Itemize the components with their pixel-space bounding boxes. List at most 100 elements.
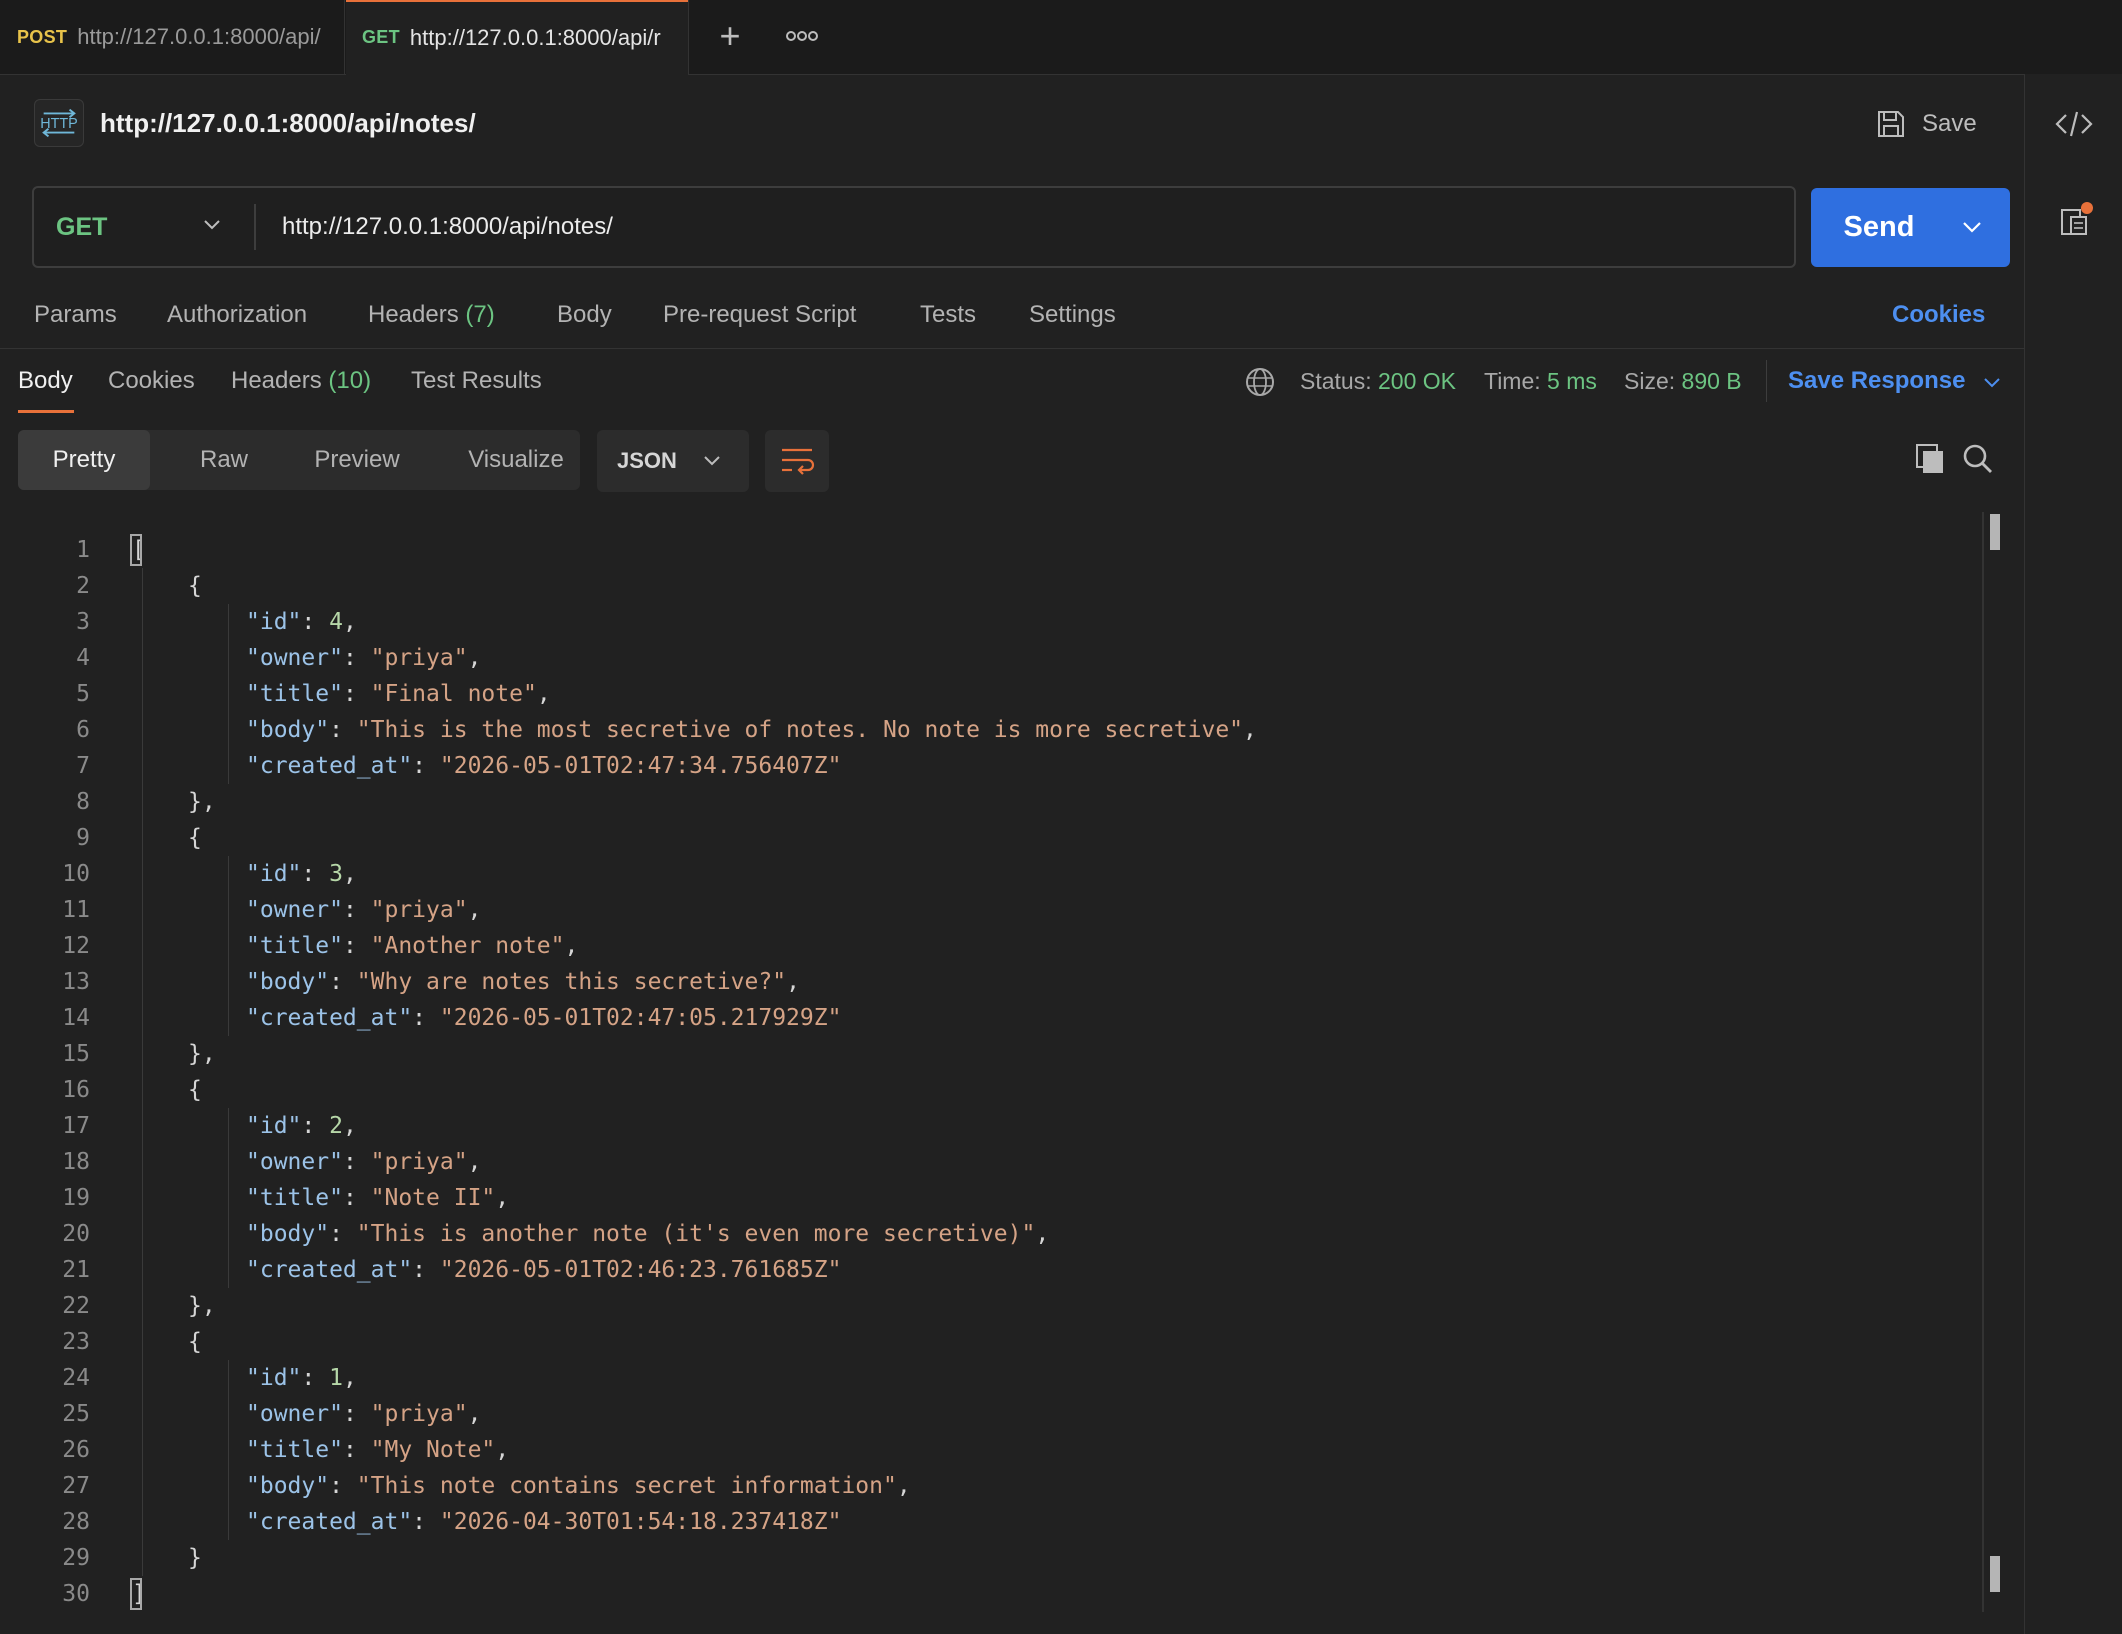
svg-text:HTTP: HTTP (40, 116, 78, 132)
code-token: , (495, 1437, 510, 1463)
response-tab-headers[interactable]: Headers (10) (231, 364, 371, 398)
response-tab-cookies[interactable]: Cookies (108, 364, 195, 398)
code-token: , (896, 1473, 911, 1499)
line-number: 26 (62, 1437, 90, 1463)
object-open-brace: { (188, 1077, 202, 1103)
code-line: { (188, 820, 202, 856)
object-open-brace: { (188, 825, 202, 851)
line-number: 14 (62, 1005, 90, 1031)
code-token: , (495, 1185, 510, 1211)
copy-icon[interactable] (1914, 442, 1946, 476)
url-bar: GET http://127.0.0.1:8000/api/notes/ (32, 186, 1796, 268)
json-value: "2026-04-30T01:54:18.237418Z" (439, 1509, 842, 1535)
tab-prerequest-script[interactable]: Pre-request Script (663, 298, 856, 332)
object-close-brace: }, (188, 1041, 216, 1067)
request-name[interactable]: http://127.0.0.1:8000/api/notes/ (100, 106, 476, 140)
response-tab-body[interactable]: Body (18, 364, 73, 398)
status-indicator[interactable]: Status: 200 OK (1300, 364, 1456, 398)
code-brackets-icon[interactable] (2054, 106, 2094, 142)
chevron-down-icon[interactable] (1982, 376, 2002, 390)
size-indicator[interactable]: Size: 890 B (1624, 364, 1742, 398)
more-options-icon[interactable] (784, 22, 820, 50)
line-number: 8 (76, 789, 90, 815)
code-token: , (342, 1365, 357, 1391)
code-line: "owner": "priya", (246, 1144, 481, 1180)
chevron-down-icon (704, 456, 720, 466)
json-value: "This note contains secret information" (356, 1473, 897, 1499)
code-token: : (342, 1437, 371, 1463)
code-token: : (342, 1185, 371, 1211)
tab-headers-label: Headers (368, 301, 459, 328)
line-number: 12 (62, 933, 90, 959)
format-select[interactable]: JSON (597, 430, 749, 492)
url-input[interactable]: http://127.0.0.1:8000/api/notes/ (282, 188, 1762, 266)
cookies-link[interactable]: Cookies (1892, 298, 1985, 332)
code-token: : (329, 969, 357, 995)
code-token: , (1035, 1221, 1050, 1247)
search-icon[interactable] (1962, 442, 1994, 476)
globe-icon[interactable] (1244, 366, 1276, 398)
json-value: "priya" (370, 1149, 468, 1175)
json-value: "2026-05-01T02:46:23.761685Z" (439, 1257, 842, 1283)
code-token: : (301, 609, 330, 635)
tab-headers[interactable]: Headers (7) (368, 298, 495, 332)
view-mode-selector: Pretty Raw Preview Visualize (18, 430, 580, 490)
tab-tests[interactable]: Tests (920, 298, 976, 332)
tab-authorization[interactable]: Authorization (167, 298, 307, 332)
code-line: { (188, 1072, 202, 1108)
send-button[interactable]: Send (1811, 188, 2010, 267)
json-value: "priya" (370, 645, 468, 671)
code-token: : (301, 861, 330, 887)
line-number: 11 (62, 897, 90, 923)
code-line: "created_at": "2026-05-01T02:47:05.21792… (246, 1000, 841, 1036)
scrollbar-thumb[interactable] (1990, 514, 2000, 550)
save-response-button[interactable]: Save Response (1788, 364, 1965, 398)
view-pretty[interactable]: Pretty (18, 430, 150, 490)
time-label: Time: (1484, 368, 1541, 394)
right-sidebar (2024, 74, 2122, 1634)
code-line: "id": 2, (246, 1108, 357, 1144)
json-value: "priya" (370, 1401, 468, 1427)
tab-url-label: http://127.0.0.1:8000/api/r (409, 24, 661, 50)
json-key: "title" (246, 1437, 343, 1463)
size-value: 890 B (1681, 368, 1742, 394)
method-label: GET (56, 212, 108, 241)
documentation-icon[interactable] (2059, 202, 2093, 238)
code-token: : (412, 1005, 440, 1031)
code-token: , (1243, 717, 1257, 743)
json-key: "owner" (246, 645, 343, 671)
code-line: { (188, 568, 202, 604)
code-line: } (188, 1540, 202, 1576)
json-value: "2026-05-01T02:47:34.756407Z" (439, 753, 842, 779)
method-select[interactable]: GET (34, 188, 254, 266)
tab-method-label: GET (362, 27, 400, 47)
wrap-lines-button[interactable] (765, 430, 829, 492)
tab-body[interactable]: Body (557, 298, 612, 332)
code-line: "owner": "priya", (246, 892, 481, 928)
view-visualize[interactable]: Visualize (442, 430, 590, 490)
code-token: : (412, 1509, 440, 1535)
view-preview[interactable]: Preview (290, 430, 424, 490)
code-line: }, (188, 1036, 216, 1072)
chevron-down-icon[interactable] (1961, 220, 1983, 234)
tab-post-request[interactable]: POST http://127.0.0.1:8000/api/ (0, 0, 345, 74)
scrollbar-track[interactable] (1982, 512, 1984, 1612)
time-indicator[interactable]: Time: 5 ms (1484, 364, 1597, 398)
code-token: : (342, 681, 371, 707)
status-value: 200 OK (1378, 368, 1456, 394)
tab-params[interactable]: Params (34, 298, 117, 332)
tab-get-request[interactable]: GET http://127.0.0.1:8000/api/r (346, 0, 689, 75)
line-number: 19 (62, 1185, 90, 1211)
scrollbar-thumb[interactable] (1990, 1556, 2000, 1592)
tab-settings[interactable]: Settings (1029, 298, 1116, 332)
response-tab-test-results[interactable]: Test Results (411, 364, 542, 398)
json-value: "Another note" (370, 933, 565, 959)
new-tab-plus-icon[interactable]: + (715, 18, 745, 54)
response-body-viewer[interactable]: 1[2{3 "id": 4, 4 "owner": "priya", 5 "title":… (0, 512, 2024, 1622)
code-token: : (329, 1221, 357, 1247)
json-key: "title" (246, 933, 343, 959)
code-token: : (412, 753, 440, 779)
json-key: "created_at" (246, 753, 413, 779)
save-button[interactable]: Save (1876, 104, 1977, 144)
view-raw[interactable]: Raw (168, 430, 280, 490)
